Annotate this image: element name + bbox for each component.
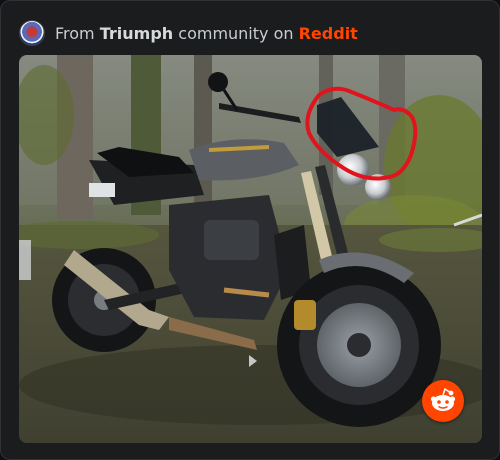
embed-source-text: From Triumph community on Reddit <box>55 24 358 43</box>
reddit-embed-card[interactable]: From Triumph community on Reddit <box>0 0 500 460</box>
source-middle: community on <box>178 23 294 43</box>
embed-header[interactable]: From Triumph community on Reddit <box>19 19 358 47</box>
reddit-snoo-icon[interactable] <box>422 380 464 422</box>
post-image[interactable] <box>19 55 482 443</box>
source-prefix: From <box>55 23 95 43</box>
snoo-glyph <box>430 387 456 411</box>
subreddit-avatar-icon <box>19 20 45 46</box>
community-name-link[interactable]: Triumph <box>100 24 173 43</box>
platform-name-link[interactable]: Reddit <box>299 24 358 43</box>
motorcycle-photo <box>19 55 482 443</box>
